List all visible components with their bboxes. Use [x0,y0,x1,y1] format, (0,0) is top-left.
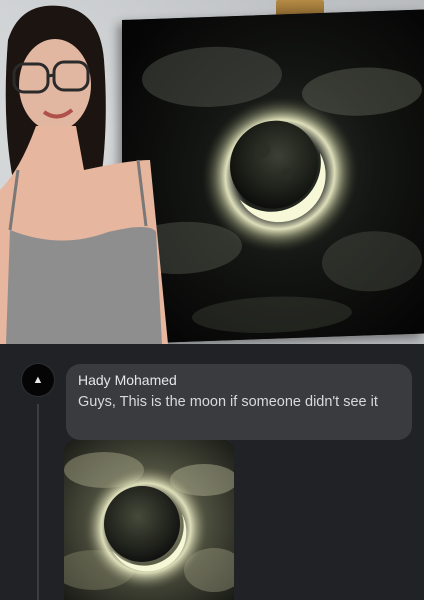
shared-photo[interactable] [0,0,424,344]
comment-author[interactable]: Hady Mohamed [78,372,400,389]
comment-attached-image[interactable] [64,440,234,600]
reply-thread-line [37,404,39,600]
comment-bubble[interactable]: Hady Mohamed Guys, This is the moon if s… [66,364,412,440]
person-photo [0,0,190,344]
comment-text: Guys, This is the moon if someone didn't… [78,394,378,410]
avatar-glyph: ▲ [32,374,44,386]
user-avatar-icon[interactable]: ▲ [22,364,54,396]
